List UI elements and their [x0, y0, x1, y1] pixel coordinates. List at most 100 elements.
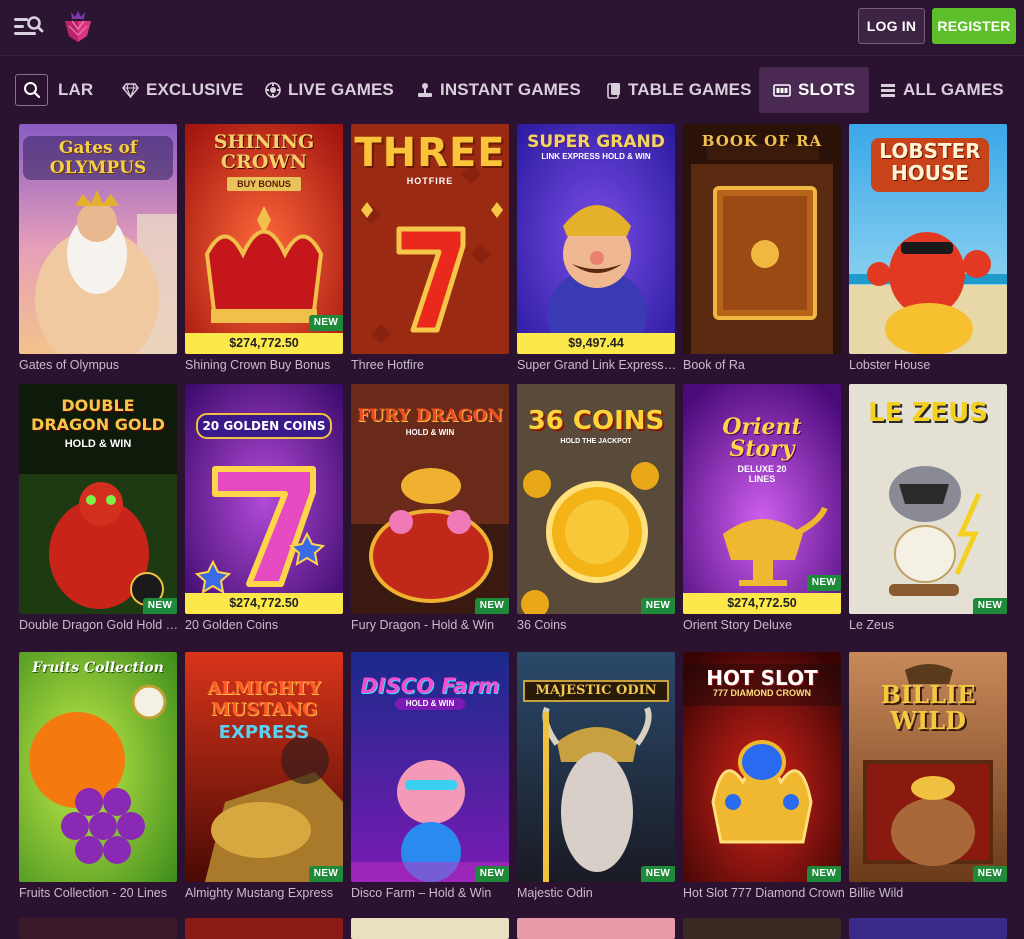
game-thumbnail[interactable]: Fruits Collection [19, 652, 177, 882]
new-badge: NEW [641, 866, 675, 882]
tab-live-games[interactable]: LIVE GAMES [265, 67, 394, 113]
game-logo-art: Orient Story [722, 414, 802, 462]
game-title[interactable]: Orient Story Deluxe [683, 618, 845, 632]
game-thumbnail[interactable]: LE ZEUS NEW [849, 384, 1007, 614]
new-badge: NEW [309, 866, 343, 882]
slot-machine-icon [773, 83, 791, 97]
tab-all-games[interactable]: ALL GAMES [880, 67, 1004, 113]
register-button[interactable]: REGISTER [932, 8, 1016, 44]
game-logo-art: THREE [354, 130, 506, 176]
game-thumbnail[interactable]: Gates of OLYMPUS [19, 124, 177, 354]
new-badge: NEW [475, 598, 509, 614]
game-title[interactable]: Three Hotfire [351, 358, 513, 372]
tab-label: LAR [58, 80, 94, 99]
game-logo-subtitle: EXPRESS [218, 722, 310, 743]
tab-label: ALL GAMES [903, 80, 1004, 99]
new-badge: NEW [309, 315, 343, 331]
cards-icon [607, 82, 620, 99]
game-tile-partial[interactable] [517, 918, 675, 939]
new-badge: NEW [475, 866, 509, 882]
stack-icon [881, 83, 895, 97]
tab-label: LIVE GAMES [288, 80, 394, 99]
tab-label: SLOTS [798, 80, 856, 99]
game-title[interactable]: Gates of Olympus [19, 358, 181, 372]
game-title[interactable]: Le Zeus [849, 618, 1011, 632]
game-thumbnail[interactable]: LOBSTER HOUSE [849, 124, 1007, 354]
search-button[interactable] [15, 74, 48, 106]
strawberry-logo-icon[interactable] [62, 8, 94, 44]
game-logo-subtitle: LINK EXPRESS HOLD & WIN [541, 152, 651, 161]
game-logo-subtitle: HOTFIRE [406, 176, 454, 186]
game-logo-art: DISCO Farm [360, 674, 500, 698]
game-thumbnail[interactable]: 36 COINS HOLD THE JACKPOT NEW [517, 384, 675, 614]
login-button[interactable]: LOG IN [858, 8, 925, 44]
game-tile-partial[interactable] [683, 918, 841, 939]
game-thumbnail[interactable]: SHINING CROWN BUY BONUS NEW $274,772.50 [185, 124, 343, 354]
game-thumbnail[interactable]: Orient Story DELUXE 20 LINES NEW $274,77… [683, 384, 841, 614]
game-title[interactable]: Almighty Mustang Express [185, 886, 347, 900]
game-thumbnail[interactable]: SUPER GRAND LINK EXPRESS HOLD & WIN $9,4… [517, 124, 675, 354]
new-badge: NEW [973, 866, 1007, 882]
game-thumbnail[interactable]: BOOK OF RA [683, 124, 841, 354]
game-logo-subtitle: 777 DIAMOND CROWN [712, 688, 811, 698]
game-tile-partial[interactable] [185, 918, 343, 939]
game-logo-subtitle: HOLD THE JACKPOT [560, 438, 632, 445]
game-title[interactable]: 20 Golden Coins [185, 618, 347, 632]
game-thumbnail[interactable]: HOT SLOT 777 DIAMOND CROWN NEW [683, 652, 841, 882]
game-tile-partial[interactable] [19, 918, 177, 939]
top-bar: LOG IN REGISTER [0, 0, 1024, 56]
game-logo-art: DOUBLE DRAGON GOLD [31, 396, 165, 434]
game-title[interactable]: Shining Crown Buy Bonus [185, 358, 347, 372]
new-badge: NEW [807, 866, 841, 882]
tab-label: TABLE GAMES [628, 80, 752, 99]
game-logo-art: MAJESTIC ODIN [523, 680, 669, 702]
game-logo-art: FURY DRAGON [357, 406, 503, 426]
game-title[interactable]: Super Grand Link Express: Hold & Win [517, 358, 679, 372]
game-title[interactable]: Majestic Odin [517, 886, 679, 900]
search-icon [23, 82, 40, 99]
game-logo-art: 36 COINS [527, 406, 665, 436]
game-thumbnail[interactable]: BILLIE WILD NEW [849, 652, 1007, 882]
game-thumbnail[interactable]: MAJESTIC ODIN NEW [517, 652, 675, 882]
game-title[interactable]: Double Dragon Gold Hold & Win [19, 618, 181, 632]
game-title[interactable]: Billie Wild [849, 886, 1011, 900]
joystick-icon [418, 83, 432, 97]
game-logo-subtitle: HOLD & WIN [405, 428, 455, 437]
game-thumbnail[interactable]: DISCO Farm HOLD & WIN NEW [351, 652, 509, 882]
game-logo-art: 20 GOLDEN COINS [202, 419, 326, 433]
tab-table-games[interactable]: TABLE GAMES [606, 67, 752, 113]
game-logo-subtitle: HOLD & WIN [64, 438, 132, 450]
game-thumbnail[interactable]: 20 GOLDEN COINS $274,772.50 [185, 384, 343, 614]
game-logo-art: ALMIGHTY MUSTANG [207, 678, 321, 720]
tab-instant-games[interactable]: INSTANT GAMES [417, 67, 581, 113]
game-title[interactable]: Lobster House [849, 358, 1011, 372]
game-logo-art: BILLIE WILD [880, 680, 976, 735]
game-thumbnail[interactable]: ALMIGHTY MUSTANG EXPRESS NEW [185, 652, 343, 882]
category-nav: LAR EXCLUSIVE LIVE GAMES INSTANT GAMES T… [0, 57, 1024, 122]
tab-popular[interactable]: LAR [58, 67, 93, 113]
game-title[interactable]: 36 Coins [517, 618, 679, 632]
jackpot-amount: $274,772.50 [185, 593, 343, 614]
tab-exclusive[interactable]: EXCLUSIVE [122, 67, 243, 113]
game-thumbnail[interactable]: DOUBLE DRAGON GOLD HOLD & WIN NEW [19, 384, 177, 614]
game-title[interactable]: Fury Dragon - Hold & Win [351, 618, 513, 632]
tab-slots[interactable]: SLOTS [759, 67, 870, 113]
game-logo-subtitle: HOLD & WIN [395, 698, 465, 710]
new-badge: NEW [807, 575, 841, 591]
game-tile-partial[interactable] [849, 918, 1007, 939]
menu-search-icon[interactable] [12, 12, 46, 42]
game-logo-art: LE ZEUS [868, 398, 988, 428]
game-logo-art: SUPER GRAND [527, 132, 665, 152]
game-title[interactable]: Disco Farm – Hold & Win [351, 886, 513, 900]
game-title[interactable]: Book of Ra [683, 358, 845, 372]
new-badge: NEW [143, 598, 177, 614]
game-logo-art: Fruits Collection [32, 660, 164, 676]
game-thumbnail[interactable]: FURY DRAGON HOLD & WIN NEW [351, 384, 509, 614]
game-tile-partial[interactable] [351, 918, 509, 939]
jackpot-amount: $274,772.50 [683, 593, 841, 614]
game-logo-art: SHINING CROWN [213, 131, 315, 173]
game-logo-art: BOOK OF RA [701, 132, 823, 150]
game-title[interactable]: Hot Slot 777 Diamond Crown [683, 886, 845, 900]
game-title[interactable]: Fruits Collection - 20 Lines [19, 886, 181, 900]
game-thumbnail[interactable]: THREE HOTFIRE [351, 124, 509, 354]
